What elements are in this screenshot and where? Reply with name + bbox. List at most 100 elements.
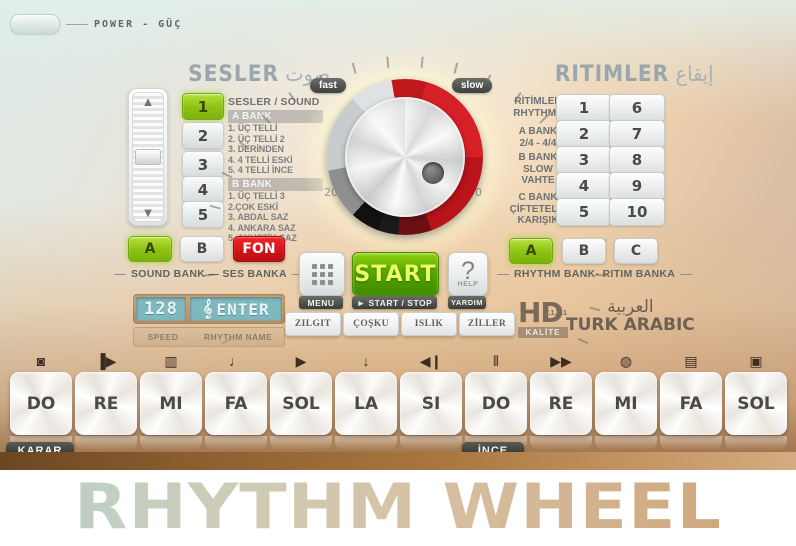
wheel-tick [386,56,390,68]
fader-thumb[interactable] [135,149,161,165]
lcd-display-frame: 128 𝄞 ENTER [133,294,285,324]
piano-key-11[interactable]: FA [660,372,722,435]
sound-bank-rule-label: SOUND BANK — SES BANKA [114,268,304,280]
sound-bank-button-b[interactable]: B [180,236,224,262]
key-reflection [725,436,787,450]
chevron-up-icon[interactable]: ▲ [133,95,163,108]
rhythm-number-9[interactable]: 9 [609,172,665,200]
power-control[interactable]: POWER - GÜÇ [10,14,182,34]
rhythm-bank-button-a[interactable]: A [509,238,553,264]
keyboard: ◙ ▐▶ ▥ ♩ ▶ ↓ ◀❙ ⦀ ▶▶ ◍ ▤ ▣ DO RE MI FA SOL LA SI DO RE MI FA S… [0,352,796,459]
rhythm-number-3[interactable]: 3 [556,146,612,174]
enter-button[interactable]: 𝄞 ENTER [190,297,282,321]
piano-key-2[interactable]: RE [75,372,137,435]
wheel-fast-label: fast [310,78,346,93]
hd-logo: HD KALİTE [518,299,568,338]
microphone-icon[interactable]: ↓ [333,352,399,370]
help-button[interactable]: ? HELP [448,252,488,296]
wheel-tick [351,62,357,74]
fon-button[interactable]: FON [233,236,285,262]
rhythm-number-7[interactable]: 7 [609,120,665,148]
speed-display[interactable]: 128 [136,297,186,321]
piano-key-1[interactable]: DO [10,372,72,435]
fader-track[interactable]: ▲ ▼ [132,92,164,222]
piano-key-10[interactable]: MI [595,372,657,435]
rhythm-name-caption: RHYTHM NAME [203,332,273,342]
speaker-box-icon[interactable]: ▣ [723,352,789,370]
rhythm-number-1[interactable]: 1 [556,94,612,122]
effect-button-islik[interactable]: ISLIK [401,312,457,336]
treble-clef-icon: 𝄞 [202,299,214,319]
grid-dots-icon [311,263,333,285]
sound-number-5[interactable]: 5 [182,201,224,228]
handheld-mic-icon[interactable]: ◍ [593,352,659,370]
lcd-caption-bar: SPEED RHYTHM NAME [133,327,285,347]
start-button[interactable]: START [352,252,439,296]
rhythm-number-6[interactable]: 6 [609,94,665,122]
sound-number-4[interactable]: 4 [182,176,224,203]
sound-scroll-fader[interactable]: ▲ ▼ [128,88,168,226]
key-reflection [660,436,722,450]
key-reflection [595,436,657,450]
rhythm-number-2[interactable]: 2 [556,120,612,148]
rhythm-bank-button-c[interactable]: C [614,238,658,264]
play-icon[interactable]: ▶ [268,352,334,370]
help-sub-label: HELP [457,280,479,288]
key-reflection [75,436,137,450]
keyboard-key-row: DO RE MI FA SOL LA SI DO RE MI FA SOL KARAR İNCE [0,372,796,459]
wheel-tick [453,62,459,74]
sliders-icon[interactable]: ⦀ [463,352,529,370]
piano-key-12[interactable]: SOL [725,372,787,435]
piano-key-5[interactable]: SOL [270,372,332,435]
chevron-down-icon[interactable]: ▼ [133,206,163,219]
menu-tag: MENU [299,296,343,309]
rhythm-number-4[interactable]: 4 [556,172,612,200]
key-reflection [205,436,267,450]
sound-number-3[interactable]: 3 [182,151,224,178]
organ-icon[interactable]: ▥ [138,352,204,370]
question-mark-icon: ? [461,256,475,285]
music-note-icon[interactable]: ♩ [203,352,269,370]
piano-key-6[interactable]: LA [335,372,397,435]
tempo-wheel-dial[interactable] [345,97,465,217]
menu-button[interactable] [299,252,345,296]
wheel-grip-dimple[interactable] [422,162,444,184]
bottom-wood-strip [0,452,796,470]
speaker-mute-icon[interactable]: ◀❙ [398,352,464,370]
clapperboard-icon[interactable]: ▤ [658,352,724,370]
stop-square-icon[interactable]: ◙ [8,352,74,370]
sound-number-2[interactable]: 2 [182,122,224,149]
power-label: POWER - GÜÇ [94,18,183,30]
key-reflection [530,436,592,450]
rhythm-bank-button-b[interactable]: B [562,238,606,264]
sound-number-1[interactable]: 1 [182,93,224,120]
fast-forward-icon[interactable]: ▶▶ [528,352,594,370]
sound-bank-button-a[interactable]: A [128,236,172,262]
effect-button-zilgit[interactable]: ZILGIT [285,312,341,336]
turk-arabic-branding: V.1.0.1 العربية TURK ARABIC [544,298,695,335]
rhythms-heading-arabic: إيقاع [675,62,714,86]
effect-button-ziller[interactable]: ZİLLER [459,312,515,336]
power-switch-icon[interactable] [10,14,60,34]
key-reflection [400,436,462,450]
piano-key-9[interactable]: RE [530,372,592,435]
rhythm-number-8[interactable]: 8 [609,146,665,174]
enter-label: ENTER [216,299,270,319]
piano-key-8[interactable]: DO [465,372,527,435]
key-reflection [270,436,332,450]
wheel-slow-label: slow [452,78,493,93]
power-lead-line [66,23,88,25]
sounds-heading-latin: SESLER [188,62,279,87]
wheel-tick [420,56,424,68]
rhythm-number-5[interactable]: 5 [556,198,612,226]
speed-caption: SPEED [147,332,179,342]
yardim-tag: YARDIM [448,296,486,309]
rhythm-number-10[interactable]: 10 [609,198,665,226]
piano-key-4[interactable]: FA [205,372,267,435]
piano-key-7[interactable]: SI [400,372,462,435]
page-title: RHYTHM WHEEL [0,473,796,541]
effect-button-cosku[interactable]: ÇOŞKU [343,312,399,336]
piano-key-3[interactable]: MI [140,372,202,435]
skip-forward-icon[interactable]: ▐▶ [73,352,139,370]
key-reflection [335,436,397,450]
